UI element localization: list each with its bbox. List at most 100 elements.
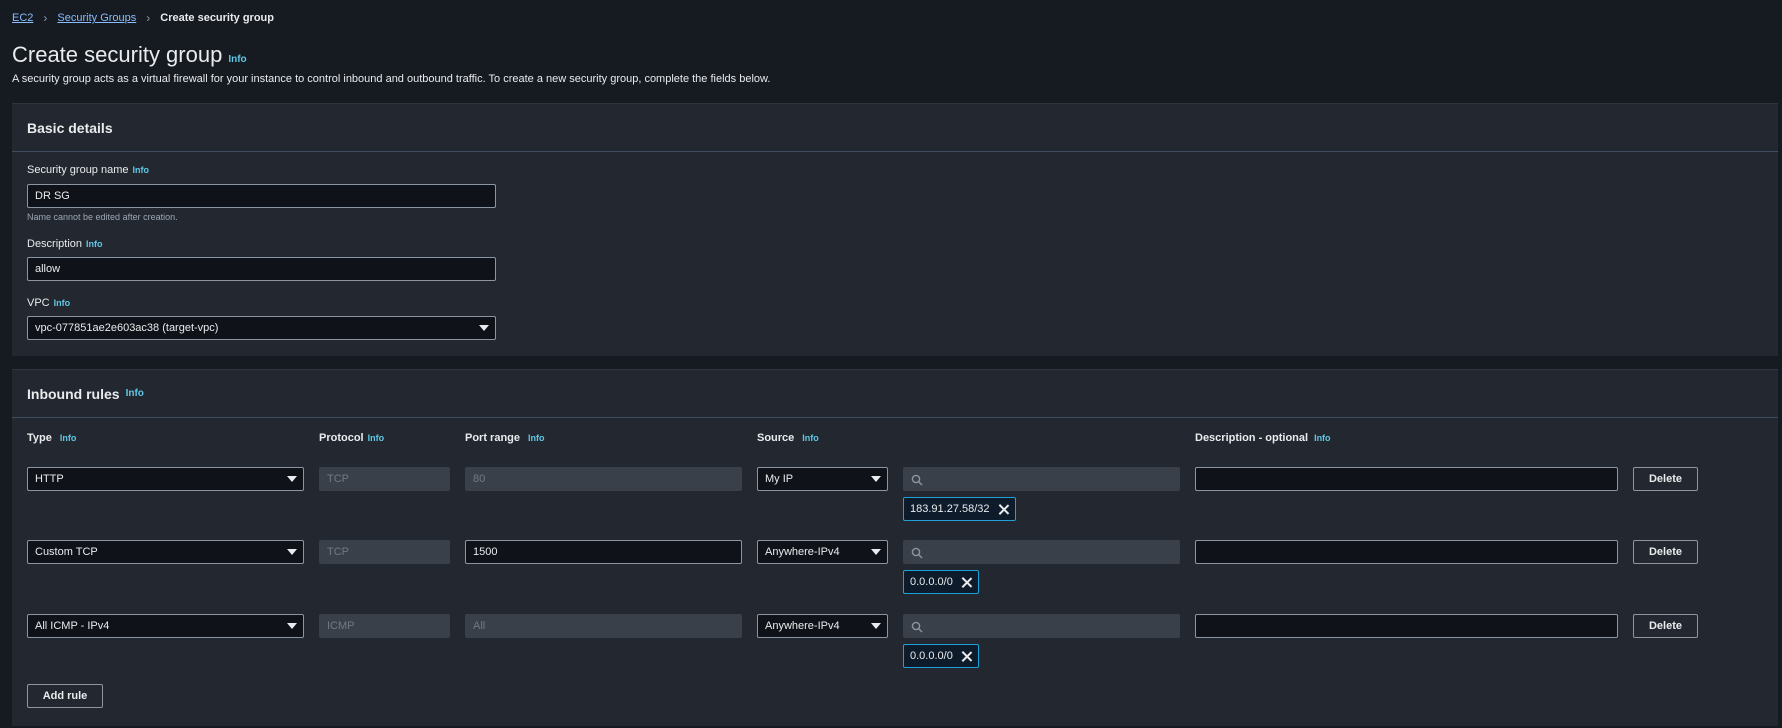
rule-cidr-token: 0.0.0.0/0 <box>903 644 979 668</box>
breadcrumb: EC2 › Security Groups › Create security … <box>12 11 274 25</box>
caret-down-icon <box>871 549 881 555</box>
rule-source-value: Anywhere-IPv4 <box>765 546 840 558</box>
rule-source-select[interactable]: My IP <box>757 467 888 491</box>
search-icon <box>911 474 923 486</box>
security-group-name-info-link[interactable]: Info <box>133 165 150 175</box>
rule-port-range-input[interactable]: 1500 <box>465 540 742 564</box>
rule-port-range-value: 1500 <box>473 546 498 558</box>
vpc-info-link[interactable]: Info <box>54 298 71 308</box>
rule-cidr-token: 0.0.0.0/0 <box>903 570 979 594</box>
rule-description-input[interactable] <box>1195 614 1618 638</box>
rule-source-select[interactable]: Anywhere-IPv4 <box>757 540 888 564</box>
close-icon[interactable] <box>998 504 1009 515</box>
delete-rule-button[interactable]: Delete <box>1633 467 1698 491</box>
column-header-protocol: Protocol Info <box>319 432 384 444</box>
column-header-type-text: Type <box>27 432 52 444</box>
description-info-link[interactable]: Info <box>86 239 103 249</box>
rule-protocol-value: TCP <box>327 546 349 558</box>
search-icon <box>911 621 923 633</box>
description-input[interactable]: allow <box>27 257 496 281</box>
rule-port-range-value: All <box>473 620 486 632</box>
breadcrumb-security-groups-link[interactable]: Security Groups <box>57 12 136 24</box>
delete-rule-button[interactable]: Delete <box>1633 614 1698 638</box>
rule-port-range-field: 80 <box>465 467 742 491</box>
type-info-link[interactable]: Info <box>60 433 77 443</box>
column-header-port-range: Port range Info <box>465 432 545 444</box>
caret-down-icon <box>287 476 297 482</box>
description-label-text: Description <box>27 238 83 250</box>
caret-down-icon <box>287 623 297 629</box>
security-group-name-label-text: Security group name <box>27 164 129 176</box>
rule-type-value: Custom TCP <box>35 546 98 558</box>
caret-down-icon <box>479 325 489 331</box>
add-rule-button[interactable]: Add rule <box>27 684 103 708</box>
inbound-rules-header: Inbound rules Info <box>12 370 1778 418</box>
rule-port-range-field: All <box>465 614 742 638</box>
rule-type-select[interactable]: All ICMP - IPv4 <box>27 614 304 638</box>
column-header-description: Description - optional Info <box>1195 432 1331 444</box>
page-info-link[interactable]: Info <box>228 54 246 65</box>
rule-type-select[interactable]: Custom TCP <box>27 540 304 564</box>
rule-protocol-field: TCP <box>319 540 450 564</box>
basic-details-panel: Basic details Security group name Info D… <box>12 103 1778 356</box>
description-value: allow <box>35 263 61 275</box>
rule-cidr-value: 0.0.0.0/0 <box>910 650 953 662</box>
rule-protocol-value: ICMP <box>327 620 355 632</box>
column-header-protocol-text: Protocol <box>319 432 364 444</box>
source-info-link[interactable]: Info <box>802 433 819 443</box>
page-description: A security group acts as a virtual firew… <box>12 73 771 85</box>
rule-protocol-value: TCP <box>327 473 349 485</box>
caret-down-icon <box>871 476 881 482</box>
protocol-info-link[interactable]: Info <box>368 433 385 443</box>
description-column-info-link[interactable]: Info <box>1314 433 1331 443</box>
delete-rule-button[interactable]: Delete <box>1633 540 1698 564</box>
caret-down-icon <box>287 549 297 555</box>
security-group-name-value: DR SG <box>35 190 70 202</box>
breadcrumb-ec2-link[interactable]: EC2 <box>12 12 33 24</box>
security-group-name-input[interactable]: DR SG <box>27 184 496 208</box>
rule-description-input[interactable] <box>1195 540 1618 564</box>
rule-cidr-token: 183.91.27.58/32 <box>903 497 1016 521</box>
rule-type-select[interactable]: HTTP <box>27 467 304 491</box>
rule-protocol-field: TCP <box>319 467 450 491</box>
inbound-rules-title: Inbound rules <box>27 385 120 402</box>
basic-details-header: Basic details <box>12 104 1778 152</box>
vpc-select[interactable]: vpc-077851ae2e603ac38 (target-vpc) <box>27 316 496 340</box>
rule-cidr-search-input[interactable] <box>903 467 1180 491</box>
close-icon[interactable] <box>961 651 972 662</box>
column-header-type: Type Info <box>27 432 76 444</box>
rule-protocol-field: ICMP <box>319 614 450 638</box>
rule-source-value: My IP <box>765 473 794 485</box>
column-header-source: Source Info <box>757 432 819 444</box>
rule-port-range-value: 80 <box>473 473 486 485</box>
search-icon <box>911 547 923 559</box>
column-header-port-range-text: Port range <box>465 432 521 444</box>
inbound-rules-panel: Inbound rules Info Type Info Protocol In… <box>12 369 1778 726</box>
vpc-selected-value: vpc-077851ae2e603ac38 (target-vpc) <box>35 322 219 334</box>
port-range-info-link[interactable]: Info <box>528 433 545 443</box>
breadcrumb-current: Create security group <box>160 12 274 24</box>
inbound-rules-info-link[interactable]: Info <box>126 388 144 399</box>
rule-type-value: HTTP <box>35 473 64 485</box>
caret-down-icon <box>871 623 881 629</box>
security-group-name-hint: Name cannot be edited after creation. <box>27 212 178 222</box>
security-group-name-label: Security group name Info <box>27 164 149 176</box>
vpc-label: VPC Info <box>27 297 70 309</box>
rule-cidr-search-input[interactable] <box>903 540 1180 564</box>
rule-cidr-search-input[interactable] <box>903 614 1180 638</box>
vpc-label-text: VPC <box>27 297 50 309</box>
rule-description-input[interactable] <box>1195 467 1618 491</box>
basic-details-title: Basic details <box>27 119 113 136</box>
column-header-source-text: Source <box>757 432 795 444</box>
rule-source-value: Anywhere-IPv4 <box>765 620 840 632</box>
column-header-description-text: Description - optional <box>1195 432 1309 444</box>
rule-cidr-value: 183.91.27.58/32 <box>910 503 990 515</box>
rule-source-select[interactable]: Anywhere-IPv4 <box>757 614 888 638</box>
rule-cidr-value: 0.0.0.0/0 <box>910 576 953 588</box>
chevron-right-icon: › <box>146 11 151 25</box>
page-title-text: Create security group <box>12 42 223 67</box>
close-icon[interactable] <box>961 577 972 588</box>
rule-type-value: All ICMP - IPv4 <box>35 620 110 632</box>
chevron-right-icon: › <box>43 11 48 25</box>
description-label: Description Info <box>27 238 103 250</box>
